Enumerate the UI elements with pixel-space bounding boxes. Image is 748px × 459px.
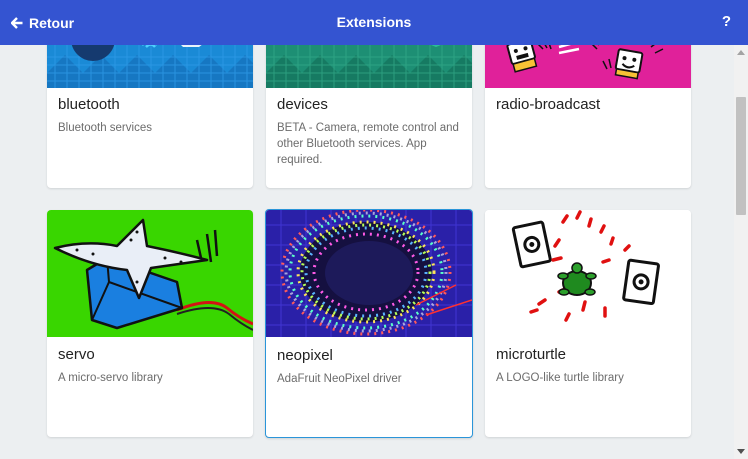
page-title: Extensions <box>336 14 412 30</box>
extension-name: neopixel <box>277 347 333 364</box>
extension-card-devices[interactable]: devices BETA - Camera, remote control an… <box>266 45 472 188</box>
extension-name: devices <box>277 96 328 113</box>
help-button[interactable]: ? <box>722 13 731 31</box>
microturtle-thumbnail-icon <box>485 210 691 337</box>
extension-name: servo <box>58 346 95 363</box>
scroll-up-icon[interactable] <box>734 45 748 59</box>
extension-description: AdaFruit NeoPixel driver <box>277 373 402 385</box>
extension-name: radio-broadcast <box>496 96 601 113</box>
extension-description: Bluetooth services <box>58 122 152 134</box>
vertical-scrollbar[interactable] <box>734 45 748 459</box>
header-bar: Retour Extensions ? <box>0 0 748 45</box>
bluetooth-thumbnail-icon <box>47 45 253 88</box>
extension-card-bluetooth[interactable]: bluetooth Bluetooth services <box>47 45 253 188</box>
extension-card-radio-broadcast[interactable]: radio-broadcast <box>485 45 691 188</box>
extension-card-neopixel[interactable]: neopixel AdaFruit NeoPixel driver <box>265 209 473 438</box>
scrollbar-thumb[interactable] <box>736 97 746 215</box>
extension-card-servo[interactable]: servo A micro-servo library <box>47 210 253 437</box>
neopixel-thumbnail-icon <box>266 210 472 337</box>
extension-name: microturtle <box>496 346 567 363</box>
extensions-grid[interactable]: bluetooth Bluetooth services devices BET… <box>0 45 734 459</box>
extension-description: A LOGO-like turtle library <box>496 372 624 384</box>
extension-description: A micro-servo library <box>58 372 163 384</box>
extension-card-microturtle[interactable]: microturtle A LOGO-like turtle library <box>485 210 691 437</box>
scroll-down-icon[interactable] <box>734 445 748 459</box>
devices-thumbnail-icon <box>266 45 472 88</box>
extension-name: bluetooth <box>58 96 120 113</box>
servo-thumbnail-icon <box>47 210 253 337</box>
radio-broadcast-thumbnail-icon <box>485 45 691 88</box>
extension-description: BETA - Camera, remote control and other … <box>277 122 459 166</box>
